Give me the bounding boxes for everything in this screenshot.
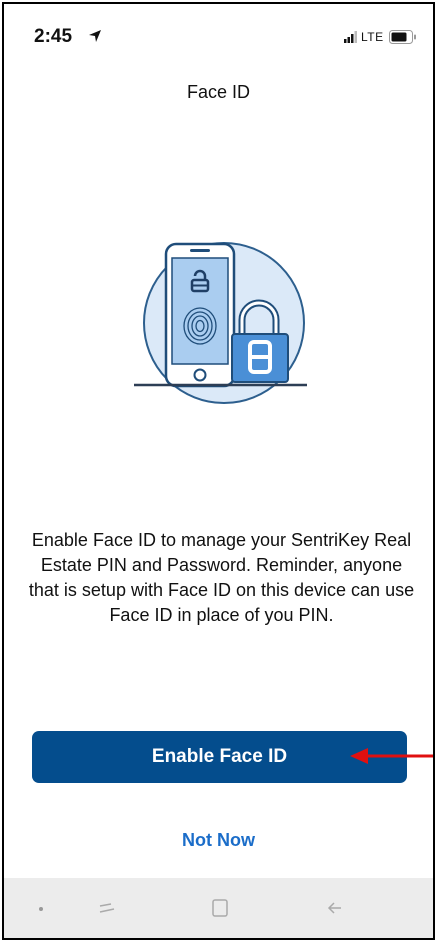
status-bar: 2:45 LTE	[4, 4, 433, 64]
description-text: Enable Face ID to manage your SentriKey …	[28, 530, 415, 625]
enable-face-id-label: Enable Face ID	[151, 746, 288, 767]
dot-icon	[39, 907, 43, 911]
navigation-bar	[4, 878, 433, 938]
home-icon[interactable]	[211, 898, 229, 918]
face-id-illustration	[134, 242, 307, 404]
location-arrow-icon	[89, 30, 101, 42]
annotation-arrow-icon	[350, 748, 433, 764]
back-icon[interactable]	[325, 898, 345, 918]
signal-icon	[344, 31, 357, 43]
battery-icon	[389, 30, 416, 44]
page-title: Face ID	[186, 82, 251, 102]
not-now-button[interactable]: Not Now	[4, 830, 433, 851]
phone-screen: 2:45 LTE Face ID Enable Face ID to manag…	[2, 2, 435, 940]
status-time: 2:45	[34, 26, 73, 47]
network-label: LTE	[361, 30, 384, 44]
recent-apps-icon[interactable]	[97, 898, 117, 918]
